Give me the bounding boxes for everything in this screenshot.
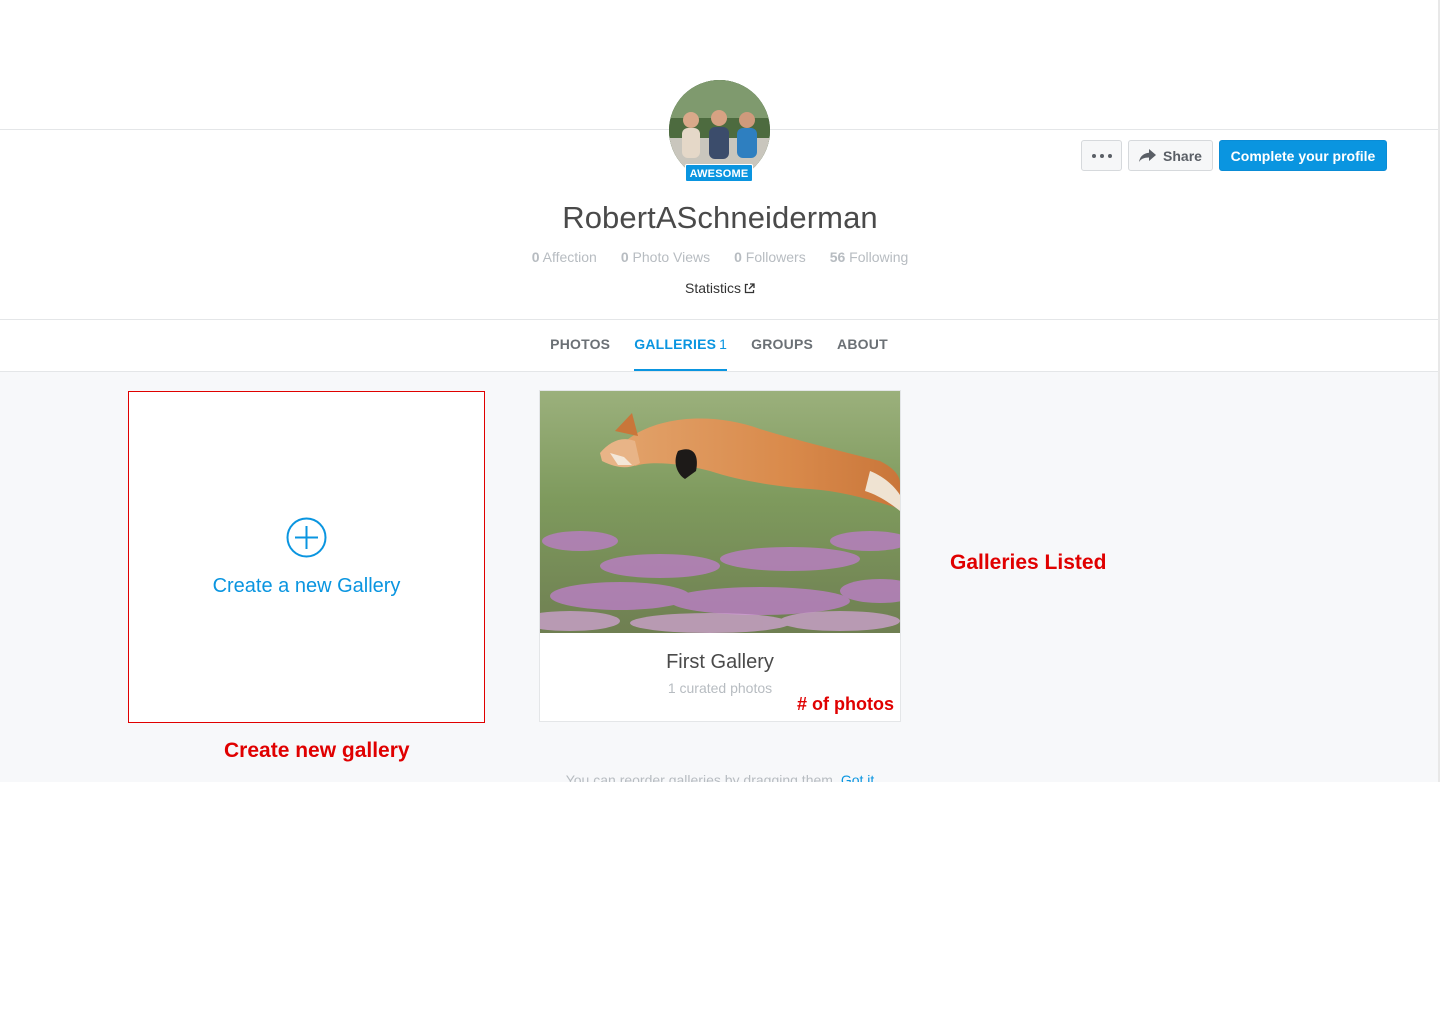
stat-followers[interactable]: 0 Followers [734,249,806,265]
external-link-icon [744,283,755,294]
profile-stats: 0 Affection 0 Photo Views 0 Followers 56… [0,249,1438,265]
profile-page: AWESOME Share Complete your profile Robe… [0,0,1440,782]
plus-circle-icon [286,517,327,558]
share-button[interactable]: Share [1128,140,1213,171]
tab-photos[interactable]: PHOTOS [550,320,610,371]
status-badge: AWESOME [685,164,753,182]
reorder-hint-text: You can reorder galleries by dragging th… [565,772,837,782]
stat-affection: 0 Affection [531,249,597,265]
tab-groups[interactable]: GROUPS [751,320,813,371]
annotation-photos: # of photos [797,694,894,714]
galleries-count: 1 [719,336,728,352]
share-arrow-icon [1139,149,1157,162]
fox-photo [540,391,900,633]
profile-username: RobertASchneiderman [562,200,878,235]
statistics-link[interactable]: Statistics [0,280,1438,296]
create-gallery-card[interactable]: Create a new Gallery [128,391,485,723]
tab-galleries[interactable]: GALLERIES 1 [634,320,728,371]
tab-about[interactable]: ABOUT [837,320,888,371]
share-label: Share [1163,147,1202,164]
got-it-link[interactable]: Got it [841,772,874,782]
complete-profile-button[interactable]: Complete your profile [1219,140,1387,171]
create-gallery-label: Create a new Gallery [212,575,401,597]
gallery-title: First Gallery [666,651,774,673]
ellipsis-icon [1091,153,1112,158]
annotation-galleries: Galleries Listed [950,551,1107,574]
stat-photo-views: 0 Photo Views [620,249,711,265]
annotation-create: Create new gallery [224,739,410,762]
blank-area [0,782,1440,1024]
statistics-label: Statistics [684,280,741,296]
gallery-thumbnail [540,391,900,633]
stat-following[interactable]: 56 Following [830,249,909,265]
gallery-card[interactable]: First Gallery 1 curated photos [539,390,901,722]
profile-tabs: PHOTOS GALLERIES 1 GROUPS ABOUT [0,320,1438,371]
reorder-hint: You can reorder galleries by dragging th… [0,772,1438,782]
more-options-button[interactable] [1081,140,1122,171]
